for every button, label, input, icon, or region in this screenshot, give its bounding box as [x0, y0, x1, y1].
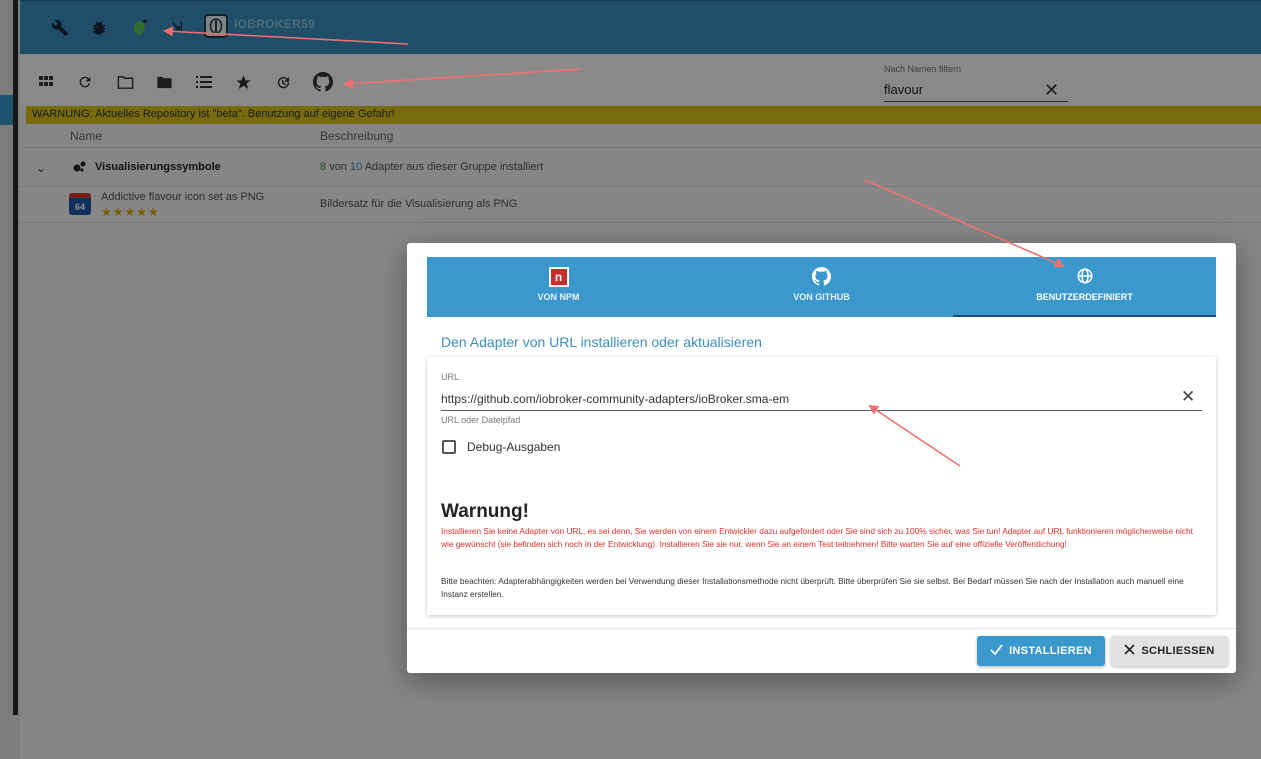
install-label: INSTALLIEREN: [1009, 645, 1092, 657]
tab-custom[interactable]: BENUTZERDEFINIERT: [953, 257, 1216, 317]
install-button[interactable]: INSTALLIEREN: [977, 636, 1105, 666]
warning-heading: Warnung!: [441, 501, 529, 522]
url-input[interactable]: https://github.com/iobroker-community-ad…: [441, 389, 1202, 411]
dependency-note: Bitte beachten: Adapterabhängigkeiten we…: [441, 576, 1184, 599]
tab-github-label: VON GITHUB: [793, 292, 850, 302]
close-label: SCHLIESSEN: [1141, 645, 1215, 657]
globe-icon: [1075, 267, 1095, 287]
close-icon: [1124, 644, 1135, 658]
warning-text: Installieren Sie keine Adapter von URL, …: [441, 526, 1193, 549]
check-icon: [990, 644, 1003, 658]
github-icon: [812, 267, 832, 287]
dialog-divider: [407, 628, 1236, 629]
tab-github[interactable]: VON GITHUB: [690, 257, 953, 317]
clear-url-icon[interactable]: ✕: [1181, 387, 1195, 407]
close-button[interactable]: SCHLIESSEN: [1111, 636, 1228, 666]
tab-npm-label: VON NPM: [537, 292, 580, 302]
debug-label: Debug-Ausgaben: [467, 440, 561, 454]
url-helper-text: URL oder Dateipfad: [441, 415, 521, 425]
dialog-title: Den Adapter von URL installieren oder ak…: [441, 334, 762, 350]
tab-custom-label: BENUTZERDEFINIERT: [1036, 292, 1133, 302]
debug-checkbox[interactable]: [442, 440, 456, 454]
npm-icon: n: [548, 267, 569, 287]
url-install-card: URL https://github.com/iobroker-communit…: [427, 357, 1216, 615]
url-label: URL: [441, 372, 460, 382]
install-source-tabs: n VON NPM VON GITHUB BENUTZERDEFINIERT: [427, 257, 1216, 317]
tab-npm[interactable]: n VON NPM: [427, 257, 690, 317]
install-custom-dialog: n VON NPM VON GITHUB BENUTZERDEFINIERT D…: [407, 243, 1236, 673]
